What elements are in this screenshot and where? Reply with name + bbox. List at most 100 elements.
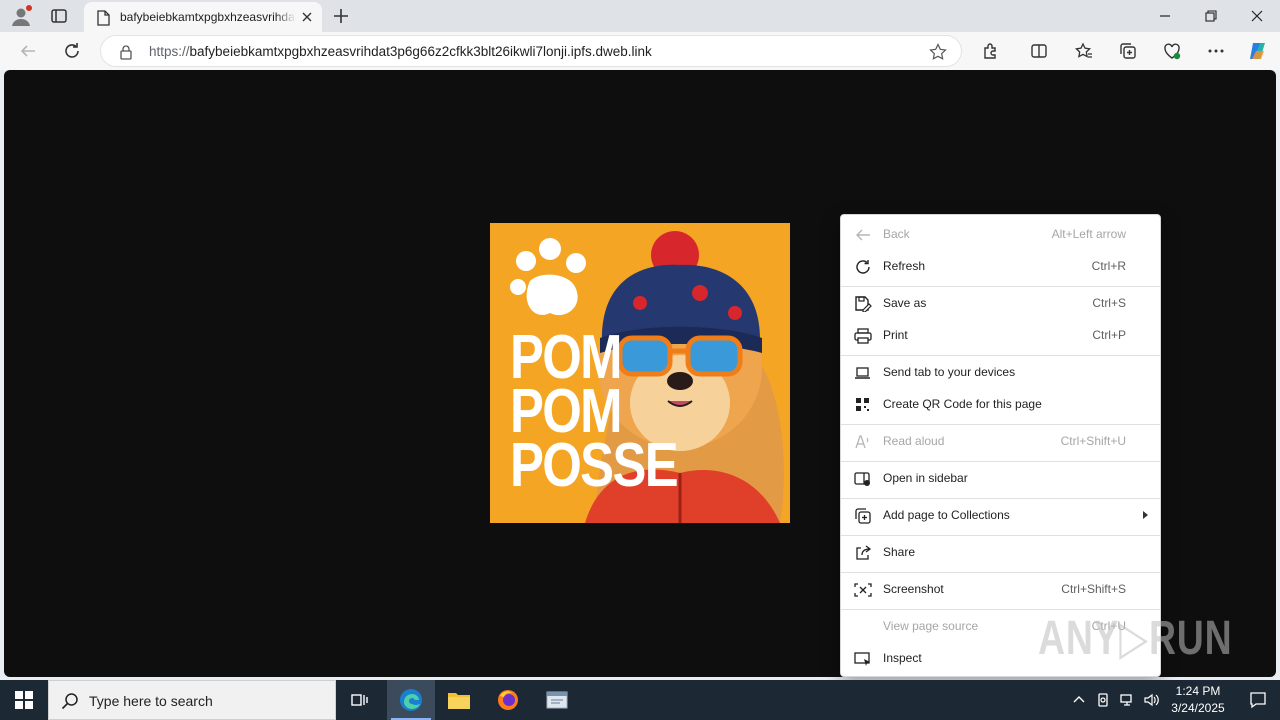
refresh-button[interactable] [61, 40, 83, 62]
menu-item-refresh[interactable]: Refresh Ctrl+R [841, 252, 1160, 282]
url-host: bafybeiebkamtxpgbxhzeasvrihdat3p6g66z2cf… [189, 44, 652, 59]
back-button[interactable] [17, 40, 39, 62]
menu-item-screenshot[interactable]: Screenshot Ctrl+Shift+S [841, 575, 1160, 605]
menu-item-read-aloud[interactable]: Read aloud Ctrl+Shift+U [841, 427, 1160, 457]
active-tab[interactable]: bafybeiebkamtxpgbxhzeasvrihdat3p6g66z2cf… [84, 2, 322, 32]
menu-item-label: View page source [883, 619, 979, 633]
browser-essentials-icon[interactable] [1161, 40, 1183, 62]
menu-separator [841, 498, 1160, 499]
menu-item-label: Open in sidebar [883, 471, 968, 485]
taskbar: Type here to search 1:24 PM 3/24/2025 [0, 680, 1280, 720]
network-icon[interactable] [1119, 692, 1135, 708]
clock-time: 1:24 PM [1175, 684, 1221, 698]
inspect-icon [854, 651, 872, 667]
search-icon [61, 692, 79, 713]
menu-separator [841, 286, 1160, 287]
url-scheme: https:// [149, 44, 190, 59]
menu-item-add-to-collections[interactable]: Add page to Collections [841, 501, 1160, 531]
browser-toolbar: https://bafybeiebkamtxpgbxhzeasvrihdat3p… [0, 32, 1280, 70]
menu-separator [841, 535, 1160, 536]
notification-button[interactable] [1236, 680, 1280, 720]
menu-item-shortcut: Ctrl+S [1092, 296, 1126, 310]
sidebar-icon [854, 471, 872, 487]
tab-title: bafybeiebkamtxpgbxhzeasvrihdat3p6g66z2cf… [120, 10, 296, 24]
menu-item-label: Read aloud [883, 434, 945, 448]
menu-item-send-tab[interactable]: Send tab to your devices [841, 358, 1160, 388]
menu-item-label: Add page to Collections [883, 508, 1010, 522]
split-screen-icon[interactable] [1028, 40, 1050, 62]
poster-line-3: POSSE [510, 431, 679, 500]
menu-separator [841, 461, 1160, 462]
menu-item-back[interactable]: Back Alt+Left arrow [841, 220, 1160, 250]
app-window-icon [546, 691, 568, 709]
read-aloud-icon [854, 434, 872, 450]
menu-item-share[interactable]: Share [841, 538, 1160, 568]
search-placeholder: Type here to search [89, 693, 213, 709]
qr-code-icon [854, 397, 872, 413]
print-icon [854, 328, 872, 344]
submenu-arrow-icon [1143, 511, 1148, 519]
tab-strip: bafybeiebkamtxpgbxhzeasvrihdat3p6g66z2cf… [0, 0, 1280, 32]
minimize-button[interactable] [1142, 0, 1188, 32]
collections-icon[interactable] [1117, 40, 1139, 62]
menu-item-label: Print [883, 328, 908, 342]
menu-item-label: Send tab to your devices [883, 365, 1016, 379]
menu-item-shortcut: Alt+Left arrow [1051, 227, 1126, 241]
pom-pom-posse-poster[interactable]: POM POM POSSE [490, 223, 790, 523]
refresh-icon [854, 259, 872, 275]
device-icon[interactable] [1095, 692, 1111, 708]
taskbar-file-explorer[interactable] [435, 680, 483, 720]
anyrun-watermark: ANY▷RUN [1038, 612, 1233, 665]
menu-item-shortcut: Ctrl+Shift+U [1060, 434, 1126, 448]
collections-icon [854, 508, 872, 524]
chevron-up-icon[interactable] [1071, 692, 1087, 708]
extensions-icon[interactable] [980, 40, 1002, 62]
menu-item-label: Screenshot [883, 582, 944, 596]
favorites-icon[interactable] [1073, 40, 1095, 62]
folder-icon [448, 693, 470, 709]
taskbar-edge-app[interactable] [387, 680, 435, 720]
menu-item-label: Share [883, 545, 916, 559]
profile-icon[interactable] [10, 5, 32, 27]
menu-separator [841, 572, 1160, 573]
task-view-button[interactable] [336, 680, 384, 720]
menu-item-shortcut: Ctrl+Shift+S [1061, 582, 1126, 596]
taskbar-clock[interactable]: 1:24 PM 3/24/2025 [1160, 683, 1236, 717]
save-as-icon [854, 296, 872, 313]
menu-item-open-in-sidebar[interactable]: Open in sidebar [841, 464, 1160, 494]
menu-item-label: Inspect [883, 651, 922, 665]
more-menu-icon[interactable] [1205, 40, 1227, 62]
menu-item-label: Refresh [883, 259, 926, 273]
context-menu: Back Alt+Left arrow Refresh Ctrl+R Save … [840, 214, 1161, 677]
taskbar-app[interactable] [533, 680, 581, 720]
new-tab-button[interactable] [330, 5, 352, 27]
send-tab-icon [854, 365, 872, 381]
menu-item-label: Back [883, 227, 910, 241]
page-icon [96, 10, 110, 29]
copilot-icon[interactable] [1246, 39, 1270, 63]
menu-item-save-as[interactable]: Save as Ctrl+S [841, 289, 1160, 319]
taskbar-search-box[interactable]: Type here to search [48, 680, 336, 720]
favorite-star-icon[interactable] [929, 43, 947, 64]
edge-icon [400, 689, 422, 711]
url-text[interactable]: https://bafybeiebkamtxpgbxhzeasvrihdat3p… [149, 44, 652, 59]
screenshot-icon [854, 582, 872, 598]
windows-logo-icon [15, 691, 33, 709]
menu-item-shortcut: Ctrl+R [1091, 259, 1126, 273]
tab-actions-icon[interactable] [48, 5, 72, 27]
clock-date: 3/24/2025 [1171, 701, 1225, 715]
close-window-button[interactable] [1234, 0, 1280, 32]
menu-item-label: Save as [883, 296, 927, 310]
restore-button[interactable] [1188, 0, 1234, 32]
start-button[interactable] [0, 680, 48, 720]
menu-item-print[interactable]: Print Ctrl+P [841, 321, 1160, 351]
lock-icon[interactable] [119, 44, 133, 63]
back-arrow-icon [854, 227, 872, 243]
menu-item-shortcut: Ctrl+P [1092, 328, 1126, 342]
notification-icon [1250, 692, 1266, 709]
taskbar-firefox[interactable] [484, 680, 532, 720]
menu-item-create-qr[interactable]: Create QR Code for this page [841, 390, 1160, 420]
volume-icon[interactable] [1143, 692, 1159, 708]
address-bar[interactable]: https://bafybeiebkamtxpgbxhzeasvrihdat3p… [100, 35, 962, 67]
close-tab-icon[interactable] [300, 10, 314, 27]
